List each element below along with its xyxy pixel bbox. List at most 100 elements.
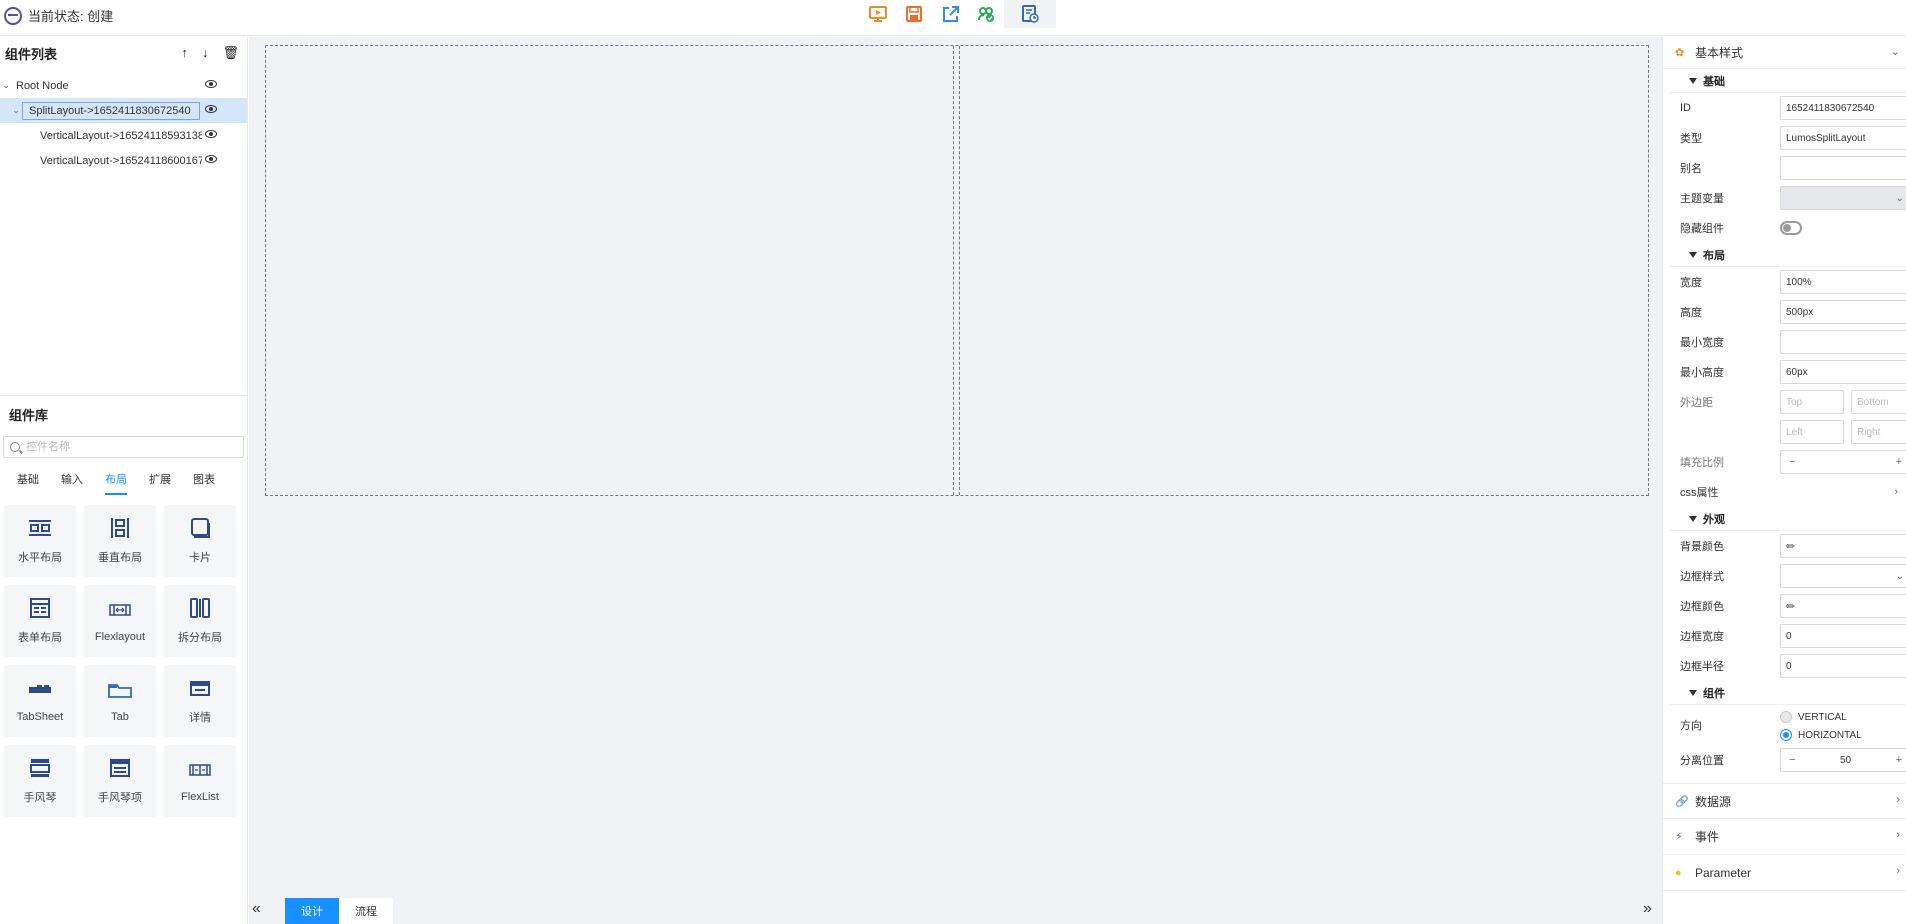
section-title-appearance[interactable]: 外观 [1669,507,1906,531]
minus-icon[interactable]: − [1789,754,1795,766]
alias-field[interactable] [1780,156,1906,180]
parameter-header[interactable]: ● Parameter › [1663,855,1906,891]
tab-chart[interactable]: 图表 [193,471,215,495]
component-flexlayout[interactable]: Flexlayout [84,585,156,657]
delete-icon[interactable]: 🗑 [222,45,239,61]
fill-stepper[interactable]: − + [1780,450,1906,474]
hidden-toggle[interactable] [1780,221,1802,235]
min-width-field[interactable] [1780,330,1906,354]
tab-input[interactable]: 输入 [61,471,83,495]
tree-node-verticallayout-1[interactable]: VerticalLayout->1652411859313873 [0,123,247,148]
radio-label: HORIZONTAL [1798,729,1862,741]
tab-basic[interactable]: 基础 [17,471,39,495]
radio-horizontal[interactable]: HORIZONTAL [1780,726,1862,744]
prop-label: 填充比例 [1680,457,1724,469]
section-title-basic[interactable]: 基础 [1669,69,1906,93]
section-title-component[interactable]: 组件 [1669,681,1906,705]
datasource-header[interactable]: 🔗 数据源 › [1663,783,1906,819]
plus-icon[interactable]: + [1896,456,1902,468]
tree-node-verticallayout-2[interactable]: VerticalLayout->1652411860016724 [0,148,247,173]
share-button[interactable] [932,0,968,28]
plus-icon[interactable]: + [1896,754,1902,766]
component-accordion-item[interactable]: 手风琴项 [84,745,156,817]
radio-vertical[interactable]: VERTICAL [1780,708,1862,726]
split-position-value[interactable]: 50 [1840,755,1851,766]
component-accordion[interactable]: 手风琴 [4,745,76,817]
prop-label: 隐藏组件 [1680,223,1724,235]
component-search-input[interactable] [26,441,226,453]
history-button[interactable] [1004,0,1056,28]
component-tabsheet[interactable]: TabSheet [4,665,76,737]
tree-node-root[interactable]: ⌄ Root Node [0,73,247,98]
basic-style-title: 基本样式 [1695,46,1744,60]
save-button[interactable] [896,0,932,28]
min-height-field[interactable]: 60px [1780,360,1906,384]
publish-button[interactable] [968,0,1004,28]
component-form-layout[interactable]: 表单布局 [4,585,76,657]
prop-border-color: 边框颜色 ✏ [1669,591,1906,621]
basic-style-header[interactable]: ✿ 基本样式 ⌄ [1663,37,1906,69]
component-flexlist[interactable]: FlexList [164,745,236,817]
prop-min-width: 最小宽度 [1669,327,1906,357]
component-card[interactable]: 卡片 [164,505,236,577]
prop-id: ID 1652411830672540 [1669,93,1906,123]
border-style-select[interactable]: ⌄ [1780,564,1906,588]
minus-icon[interactable]: − [1789,456,1795,468]
chevron-right-icon[interactable]: › [1894,486,1898,498]
design-canvas[interactable]: « 设计 流程 » [249,37,1662,924]
prop-css[interactable]: css属性 › [1669,477,1906,507]
margin-left-field[interactable]: Left [1780,420,1844,444]
margin-top-field[interactable]: Top [1780,390,1844,414]
component-tab[interactable]: Tab [84,665,156,737]
width-field[interactable]: 100% [1780,270,1906,294]
margin-bottom-field[interactable]: Bottom [1851,390,1906,414]
split-layout-component[interactable] [265,45,1649,496]
prop-label: 边框半径 [1680,661,1724,673]
chevron-down-icon[interactable]: ⌄ [10,105,22,116]
split-pane-right[interactable] [959,46,1647,495]
link-icon: 🔗 [1675,795,1689,808]
component-horizontal-layout[interactable]: 水平布局 [4,505,76,577]
tab-layout[interactable]: 布局 [105,471,127,495]
collapse-right-icon[interactable]: » [1643,900,1652,918]
section-title-layout[interactable]: 布局 [1669,243,1906,267]
eye-icon[interactable] [205,155,217,163]
split-position-stepper[interactable]: − 50 + [1780,748,1906,772]
eye-icon[interactable] [205,80,217,88]
chevron-right-icon[interactable]: › [1896,794,1900,806]
chevron-right-icon[interactable]: › [1896,865,1900,877]
bg-color-picker[interactable]: ✏ [1780,534,1906,558]
chevron-down-icon[interactable]: ⌄ [1891,45,1900,58]
eye-icon[interactable] [205,105,217,113]
margin-right-field[interactable]: Right [1851,420,1906,444]
component-search[interactable] [3,436,244,458]
split-layout-icon [190,598,210,618]
tab-flow[interactable]: 流程 [339,898,393,924]
split-pane-left[interactable] [266,46,954,495]
tab-extension[interactable]: 扩展 [149,471,171,495]
chevron-down-icon[interactable]: ⌄ [0,80,12,91]
border-color-picker[interactable]: ✏ [1780,594,1906,618]
preview-button[interactable] [860,0,896,28]
collapse-left-icon[interactable]: « [252,900,261,918]
height-field[interactable]: 500px [1780,300,1906,324]
border-radius-field[interactable]: 0 [1780,654,1906,678]
component-vertical-layout[interactable]: 垂直布局 [84,505,156,577]
theme-select[interactable]: ⌄ [1780,186,1906,210]
id-field[interactable]: 1652411830672540 [1780,96,1906,120]
events-header[interactable]: ⚡ 事件 › [1663,819,1906,855]
tree-node-splitlayout[interactable]: ⌄ SplitLayout->1652411830672540 [0,98,247,123]
radio-button[interactable] [1780,711,1792,723]
eye-icon[interactable] [205,130,217,138]
radio-button-selected[interactable] [1780,729,1792,741]
component-split-layout[interactable]: 拆分布局 [164,585,236,657]
publish-icon [978,7,994,22]
type-field[interactable]: LumosSplitLayout [1780,126,1906,150]
border-width-field[interactable]: 0 [1780,624,1906,648]
move-down-icon[interactable]: ↓ [202,45,209,61]
component-label: 拆分布局 [178,632,222,644]
tab-design[interactable]: 设计 [285,898,339,924]
chevron-right-icon[interactable]: › [1896,829,1900,841]
component-details[interactable]: 详情 [164,665,236,737]
move-up-icon[interactable]: ↑ [181,45,188,61]
